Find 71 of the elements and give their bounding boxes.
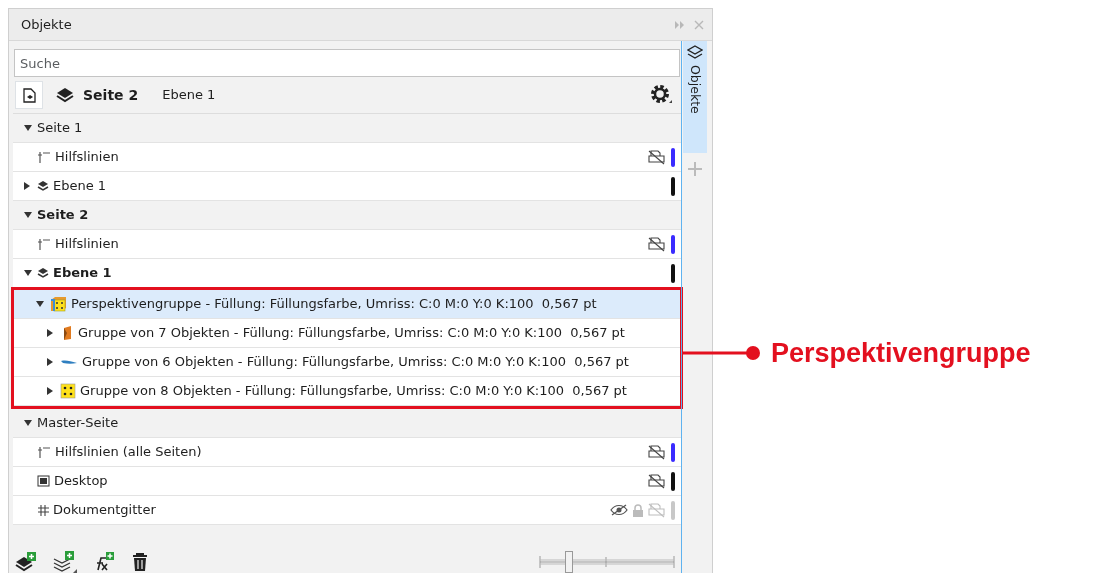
collapse-arrow-icon[interactable] [35, 300, 45, 308]
guidelines-icon [37, 151, 51, 163]
tree-row[interactable]: Hilfslinien (alle Seiten) [13, 438, 681, 467]
hidden-eye-icon[interactable] [610, 504, 628, 516]
item-label: Desktop [54, 472, 108, 491]
page-label: Master-Seite [37, 414, 119, 433]
leaf-shape-icon [60, 358, 78, 366]
desktop-icon [37, 475, 50, 487]
item-label: Gruppe von 6 Objekten - Füllung: Füllungsfarbe, Umriss: C:0 M:0 Y:0 K:100 0,567 pt [82, 353, 629, 372]
tree-row[interactable]: Desktop [13, 467, 681, 496]
no-print-icon[interactable] [648, 444, 665, 460]
item-label: Gruppe von 7 Objekten - Füllung: Füllungsfarbe, Umriss: C:0 M:0 Y:0 K:100 0,567 pt [78, 324, 625, 343]
current-layer: Ebene 1 [162, 86, 216, 105]
tree-row[interactable]: Gruppe von 6 Objekten - Füllung: Füllungsfarbe, Umriss: C:0 M:0 Y:0 K:100 0,567 pt [14, 348, 680, 377]
page-label: Seite 1 [37, 119, 83, 138]
dice-icon [49, 296, 67, 312]
delete-icon[interactable] [131, 552, 149, 572]
no-print-icon[interactable] [648, 149, 665, 165]
layer-icon [37, 267, 49, 279]
tree-row[interactable]: Dokumentgitter [13, 496, 681, 525]
layer-color-bar[interactable] [671, 234, 675, 254]
expand-arrow-icon[interactable] [23, 181, 31, 191]
layer-color-bar[interactable] [671, 147, 675, 167]
layers-icon [55, 86, 75, 104]
current-page: Seite 2 [83, 85, 139, 105]
item-label: Dokumentgitter [53, 501, 156, 520]
panel-title: Objekte [21, 15, 72, 34]
slider-thumb[interactable] [564, 551, 573, 573]
guidelines-icon [37, 238, 51, 250]
no-print-icon[interactable] [648, 236, 665, 252]
item-label: Hilfslinien [55, 235, 119, 254]
tree-row[interactable]: Perspektivengruppe - Füllung: Füllungsfarbe, Umriss: C:0 M:0 Y:0 K:100 0,567 pt [14, 290, 680, 319]
collapse-arrow-icon[interactable] [23, 124, 33, 132]
grid-icon [37, 504, 49, 516]
page-icon [20, 86, 38, 104]
objects-side-tab[interactable]: Objekte [682, 41, 707, 153]
tree-row[interactable]: Hilfslinien [13, 230, 681, 259]
expand-arrow-icon[interactable] [46, 386, 54, 396]
side-tab-label: Objekte [686, 65, 704, 114]
layer-icon [37, 180, 49, 192]
dice-face-icon [60, 383, 76, 399]
item-label: Gruppe von 8 Objekten - Füllung: Füllungsfarbe, Umriss: C:0 M:0 Y:0 K:100 0,567 pt [80, 382, 627, 401]
guidelines-icon [37, 446, 51, 458]
item-label: Ebene 1 [53, 177, 107, 196]
layer-color-bar[interactable] [671, 500, 675, 520]
page-view-button[interactable] [15, 81, 43, 109]
item-label: Hilfslinien (alle Seiten) [55, 443, 202, 462]
item-label: Hilfslinien [55, 148, 119, 167]
collapse-arrow-icon[interactable] [23, 269, 33, 277]
search-field[interactable]: Suche [14, 49, 680, 77]
collapse-arrow-icon[interactable] [23, 419, 33, 427]
new-layer-icon[interactable] [15, 552, 37, 572]
tree-row[interactable]: Hilfslinien [13, 143, 681, 172]
tree-row[interactable]: Gruppe von 7 Objekten - Füllung: Füllungsfarbe, Umriss: C:0 M:0 Y:0 K:100 0,567 pt [14, 319, 680, 348]
new-master-layer-icon[interactable] [53, 551, 77, 573]
tree-row[interactable]: Ebene 1 [13, 259, 681, 288]
no-print-icon[interactable] [648, 473, 665, 489]
tree-row[interactable]: Ebene 1 [13, 172, 681, 201]
callout-label: Perspektivengruppe [771, 337, 1031, 370]
layer-color-bar[interactable] [671, 176, 675, 196]
layers-icon [686, 45, 703, 61]
layer-color-bar[interactable] [671, 442, 675, 462]
expand-arrow-icon[interactable] [46, 328, 54, 338]
layer-color-bar[interactable] [671, 263, 675, 283]
tree-row[interactable]: Gruppe von 8 Objekten - Füllung: Füllungsfarbe, Umriss: C:0 M:0 Y:0 K:100 0,567 pt [14, 377, 680, 406]
page-label: Seite 2 [37, 206, 89, 225]
expand-arrow-icon[interactable] [46, 357, 54, 367]
layer-color-bar[interactable] [671, 471, 675, 491]
item-label: Ebene 1 [53, 264, 112, 283]
collapse-arrow-icon[interactable] [23, 211, 33, 219]
item-label: Perspektivengruppe - Füllung: Füllungsfarbe, Umriss: C:0 M:0 Y:0 K:100 0,567 pt [71, 295, 597, 314]
